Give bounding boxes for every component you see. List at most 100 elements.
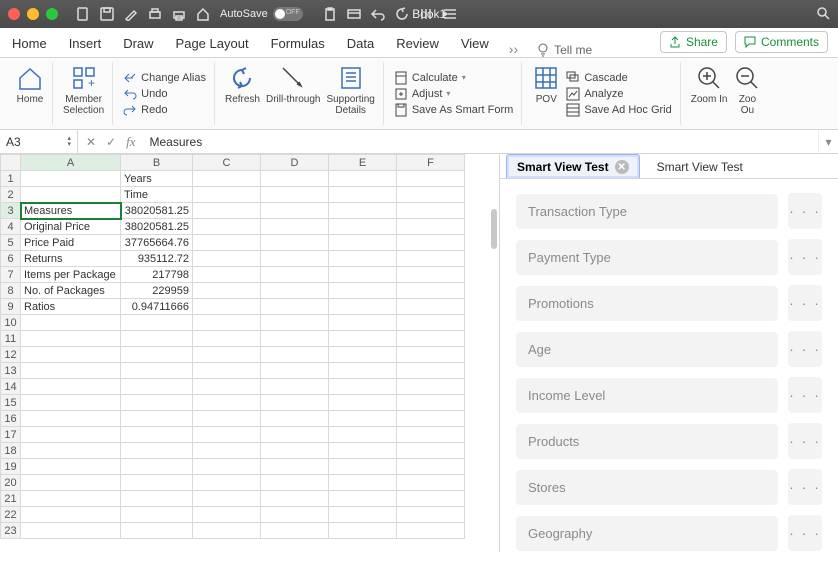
cell-E15[interactable]: [329, 395, 397, 411]
cell-D7[interactable]: [261, 267, 329, 283]
name-box[interactable]: A3 ▴▾: [0, 130, 78, 153]
col-header-A[interactable]: A: [21, 155, 121, 171]
cell-C9[interactable]: [193, 299, 261, 315]
drill-through-button[interactable]: Drill-through: [266, 64, 320, 105]
cell-C18[interactable]: [193, 443, 261, 459]
cell-E8[interactable]: [329, 283, 397, 299]
cell-D17[interactable]: [261, 427, 329, 443]
row-header-3[interactable]: 3: [1, 203, 21, 219]
cell-D16[interactable]: [261, 411, 329, 427]
row-header-23[interactable]: 23: [1, 523, 21, 539]
cell-A17[interactable]: [21, 427, 121, 443]
row-header-10[interactable]: 10: [1, 315, 21, 331]
cell-D14[interactable]: [261, 379, 329, 395]
dimension-options-button[interactable]: · · ·: [788, 285, 822, 321]
spreadsheet[interactable]: ABCDEF1Years2Time3Measures38020581.254Or…: [0, 154, 500, 552]
home-icon[interactable]: [196, 7, 210, 21]
cell-F18[interactable]: [397, 443, 465, 459]
cell-F4[interactable]: [397, 219, 465, 235]
clipboard-icon[interactable]: [323, 7, 337, 21]
cell-E17[interactable]: [329, 427, 397, 443]
cell-C22[interactable]: [193, 507, 261, 523]
adjust-button[interactable]: Adjust▾: [394, 87, 513, 101]
cell-C17[interactable]: [193, 427, 261, 443]
cell-D10[interactable]: [261, 315, 329, 331]
dimension-options-button[interactable]: · · ·: [788, 423, 822, 459]
cell-E7[interactable]: [329, 267, 397, 283]
cell-F2[interactable]: [397, 187, 465, 203]
row-header-19[interactable]: 19: [1, 459, 21, 475]
cell-A22[interactable]: [21, 507, 121, 523]
formula-input[interactable]: Measures: [144, 135, 818, 149]
tell-me[interactable]: Tell me: [536, 43, 592, 57]
row-header-22[interactable]: 22: [1, 507, 21, 523]
panel-tab-1[interactable]: Smart View Test ✕: [506, 154, 640, 178]
cell-F15[interactable]: [397, 395, 465, 411]
tab-data[interactable]: Data: [345, 30, 376, 57]
row-header-8[interactable]: 8: [1, 283, 21, 299]
card-icon[interactable]: [347, 7, 361, 21]
dimension-field[interactable]: Income Level: [516, 378, 778, 413]
dimension-options-button[interactable]: · · ·: [788, 193, 822, 229]
cell-C11[interactable]: [193, 331, 261, 347]
cell-C15[interactable]: [193, 395, 261, 411]
autosave-switch[interactable]: [273, 7, 303, 21]
dimension-options-button[interactable]: · · ·: [788, 331, 822, 367]
refresh-icon[interactable]: [395, 7, 409, 21]
cell-F3[interactable]: [397, 203, 465, 219]
dimension-field[interactable]: Promotions: [516, 286, 778, 321]
cell-F5[interactable]: [397, 235, 465, 251]
cell-A23[interactable]: [21, 523, 121, 539]
cell-E16[interactable]: [329, 411, 397, 427]
cell-A8[interactable]: No. of Packages: [21, 283, 121, 299]
cell-A10[interactable]: [21, 315, 121, 331]
cell-C1[interactable]: [193, 171, 261, 187]
search-button[interactable]: [816, 6, 830, 23]
tab-insert[interactable]: Insert: [67, 30, 104, 57]
save-adhoc-button[interactable]: Save Ad Hoc Grid: [566, 103, 671, 117]
tab-review[interactable]: Review: [394, 30, 441, 57]
cell-B18[interactable]: [121, 443, 193, 459]
row-header-5[interactable]: 5: [1, 235, 21, 251]
cell-A11[interactable]: [21, 331, 121, 347]
supporting-details-button[interactable]: Supporting Details: [326, 64, 374, 116]
namebox-stepper-icon[interactable]: ▴▾: [67, 136, 71, 148]
cell-A1[interactable]: [21, 171, 121, 187]
cell-D1[interactable]: [261, 171, 329, 187]
cell-E18[interactable]: [329, 443, 397, 459]
cell-B9[interactable]: 0.94711666: [121, 299, 193, 315]
cell-F14[interactable]: [397, 379, 465, 395]
dimension-field[interactable]: Stores: [516, 470, 778, 505]
row-header-12[interactable]: 12: [1, 347, 21, 363]
zoom-out-button[interactable]: Zoo Ou: [733, 64, 761, 116]
cell-E11[interactable]: [329, 331, 397, 347]
cell-E10[interactable]: [329, 315, 397, 331]
cell-D18[interactable]: [261, 443, 329, 459]
cell-B6[interactable]: 935112.72: [121, 251, 193, 267]
row-header-15[interactable]: 15: [1, 395, 21, 411]
cell-C3[interactable]: [193, 203, 261, 219]
cancel-formula-icon[interactable]: ✕: [86, 135, 96, 149]
tab-draw[interactable]: Draw: [121, 30, 155, 57]
tabs-overflow-icon[interactable]: ››: [509, 41, 518, 57]
cell-E5[interactable]: [329, 235, 397, 251]
row-header-4[interactable]: 4: [1, 219, 21, 235]
cell-A14[interactable]: [21, 379, 121, 395]
cell-A5[interactable]: Price Paid: [21, 235, 121, 251]
cell-A3[interactable]: Measures: [21, 203, 121, 219]
row-header-2[interactable]: 2: [1, 187, 21, 203]
change-alias-button[interactable]: Change Alias: [123, 71, 206, 85]
cell-A9[interactable]: Ratios: [21, 299, 121, 315]
dimension-field[interactable]: Transaction Type: [516, 194, 778, 229]
cascade-button[interactable]: Cascade: [566, 71, 671, 85]
cell-C16[interactable]: [193, 411, 261, 427]
cell-A6[interactable]: Returns: [21, 251, 121, 267]
undo-button[interactable]: Undo: [123, 87, 206, 101]
cell-B10[interactable]: [121, 315, 193, 331]
scrollbar-thumb[interactable]: [491, 209, 497, 249]
cell-D6[interactable]: [261, 251, 329, 267]
cell-C21[interactable]: [193, 491, 261, 507]
cell-E9[interactable]: [329, 299, 397, 315]
cell-B15[interactable]: [121, 395, 193, 411]
analyze-button[interactable]: Analyze: [566, 87, 671, 101]
